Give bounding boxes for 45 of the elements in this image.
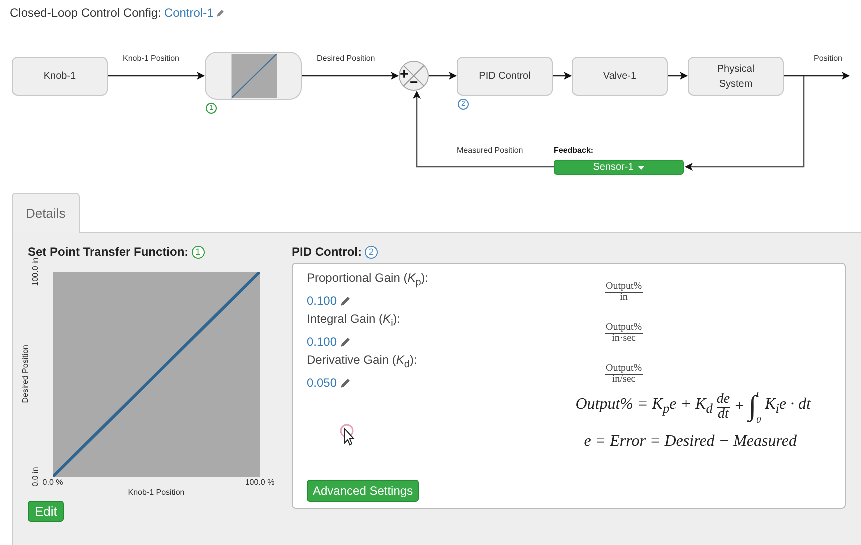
unit-fraction: Output% in/sec [605, 364, 644, 385]
cursor-icon [340, 424, 356, 446]
sensor-dropdown[interactable]: Sensor-1 [554, 160, 684, 175]
step-badge: 1 [192, 246, 205, 258]
gain-label: Integral Gain (K$_{i}$): [307, 312, 401, 330]
arrow [429, 72, 457, 80]
section-title: PID Control: [292, 245, 362, 259]
gain-value-link[interactable]: 0.050 [307, 376, 338, 390]
pencil-icon[interactable] [341, 296, 352, 306]
axis-title: Desired Position [20, 345, 30, 404]
error-formula: e = Error = Desired − Measured [584, 433, 797, 450]
signal-label: Measured Position [457, 146, 524, 155]
arrow [553, 72, 572, 80]
caret-icon [638, 166, 645, 170]
gain-value-link[interactable]: 0.100 [307, 294, 338, 308]
block-node[interactable]: Valve-1 [572, 57, 668, 96]
section-title: Set Point Transfer Function: [28, 245, 189, 259]
block-node[interactable]: PID Control [457, 57, 553, 96]
pencil-icon[interactable] [341, 378, 352, 388]
unit-fraction: Output% in [605, 282, 644, 303]
signal-label: Desired Position [317, 54, 376, 63]
gain-label: Proportional Gain (K$_{p}$): [307, 271, 429, 289]
details-tab[interactable]: Details [12, 193, 80, 233]
step-badge: 2 [365, 246, 378, 258]
feedback-label: Feedback: [554, 146, 594, 155]
gain-label: Derivative Gain (K$_{d}$): [307, 353, 418, 371]
tick-label: 100.0 in [31, 258, 40, 286]
axis-title: Knob-1 Position [128, 488, 185, 497]
config-name-link[interactable]: Control-1 [164, 6, 214, 20]
edit-button[interactable]: Edit [28, 501, 64, 522]
config-label: Closed-Loop Control Config: [10, 6, 162, 20]
thumbnail-plot-drawing [230, 54, 276, 100]
signal-label: Knob-1 Position [123, 54, 180, 63]
summing-junction: +− [399, 61, 429, 91]
tick-label: 0.0 % [42, 478, 64, 487]
signal-label: Position [814, 54, 842, 63]
pencil-icon[interactable] [216, 10, 224, 16]
block-node[interactable]: Knob-1 [12, 57, 108, 96]
gain-value-link[interactable]: 0.100 [307, 334, 338, 348]
pencil-icon[interactable] [341, 336, 352, 346]
unit-fraction: Output% in·sec [605, 323, 644, 344]
advanced-settings-button[interactable]: Advanced Settings [307, 480, 420, 502]
tick-label: 0.0 in [31, 467, 40, 487]
block-node[interactable]: Physical System [688, 57, 784, 96]
tick-label: 100.0 % [245, 478, 275, 487]
